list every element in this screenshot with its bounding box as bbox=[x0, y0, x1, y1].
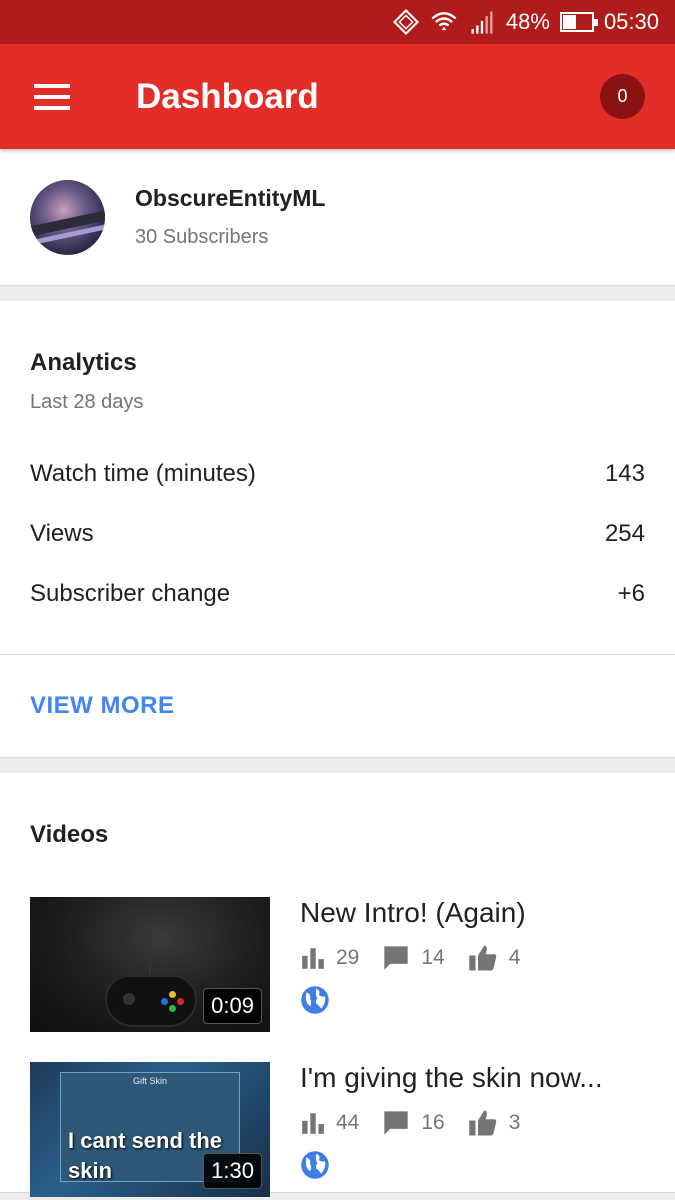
clock: 05:30 bbox=[603, 9, 659, 34]
channel-name: ObscureEntityML bbox=[135, 185, 326, 211]
wifi-icon bbox=[430, 8, 458, 36]
metric-views: Views 254 bbox=[30, 504, 645, 564]
views-count: 29 bbox=[336, 946, 360, 969]
metric-value: 143 bbox=[604, 460, 645, 487]
analytics-title: Analytics bbox=[30, 349, 137, 376]
battery-percent: 48% bbox=[505, 9, 550, 34]
views-stat: 44 bbox=[300, 1110, 359, 1136]
comments-stat: 16 bbox=[381, 1109, 445, 1137]
video-item[interactable]: 0:09 New Intro! (Again) 29 14 4 bbox=[30, 897, 645, 1032]
videos-title: Videos bbox=[30, 821, 109, 848]
video-thumbnail[interactable]: Gift Skin I cant send the skin 1:30 bbox=[30, 1062, 270, 1197]
video-title: New Intro! (Again) bbox=[300, 897, 526, 928]
thumbs-up-icon bbox=[468, 1110, 496, 1136]
likes-stat: 3 bbox=[467, 1108, 521, 1138]
metric-subscriber-change: Subscriber change +6 bbox=[30, 564, 645, 624]
subscriber-count: 30 Subscribers bbox=[135, 226, 269, 248]
comment-icon bbox=[384, 946, 409, 970]
bar-chart-icon bbox=[302, 1113, 324, 1134]
video-stats: 29 14 4 bbox=[300, 943, 542, 973]
notification-badge[interactable]: 0 bbox=[600, 74, 645, 119]
thumbs-up-icon bbox=[468, 945, 496, 971]
comments-count: 16 bbox=[421, 1111, 445, 1134]
video-info: New Intro! (Again) 29 14 4 bbox=[300, 897, 542, 1032]
menu-icon[interactable] bbox=[34, 83, 70, 110]
videos-list: 0:09 New Intro! (Again) 29 14 4 Gift Ski… bbox=[30, 897, 645, 1197]
comment-icon bbox=[384, 1111, 409, 1135]
app-bar: Dashboard 0 bbox=[0, 44, 675, 149]
bar-chart-icon bbox=[302, 948, 324, 969]
videos-card: Videos 0:09 New Intro! (Again) 29 14 4 G… bbox=[0, 773, 675, 1197]
controller-cable bbox=[149, 929, 151, 977]
signal-icon bbox=[468, 8, 496, 36]
metric-label: Watch time (minutes) bbox=[30, 460, 256, 487]
rotate-icon bbox=[392, 8, 420, 36]
metric-value: +6 bbox=[617, 580, 645, 607]
battery-icon bbox=[559, 12, 598, 32]
comments-stat: 14 bbox=[381, 944, 445, 972]
metric-watch-time: Watch time (minutes) 143 bbox=[30, 444, 645, 504]
view-more-button[interactable]: VIEW MORE bbox=[30, 655, 645, 757]
video-info: I'm giving the skin now... 44 16 3 bbox=[300, 1062, 603, 1197]
video-title: I'm giving the skin now... bbox=[300, 1062, 603, 1093]
channel-info: ObscureEntityML 30 Subscribers bbox=[135, 185, 325, 249]
views-count: 44 bbox=[336, 1111, 360, 1134]
video-item[interactable]: Gift Skin I cant send the skin 1:30 I'm … bbox=[30, 1062, 645, 1197]
views-stat: 29 bbox=[300, 945, 359, 971]
channel-card[interactable]: ObscureEntityML 30 Subscribers bbox=[0, 149, 675, 286]
section-gap bbox=[0, 286, 675, 301]
metric-label: Views bbox=[30, 520, 94, 547]
dialog-title: Gift Skin bbox=[132, 1076, 167, 1086]
comments-count: 14 bbox=[421, 946, 445, 969]
analytics-period: Last 28 days bbox=[30, 391, 144, 413]
section-gap bbox=[0, 758, 675, 773]
metrics-list: Watch time (minutes) 143 Views 254 Subsc… bbox=[30, 444, 645, 654]
globe-icon bbox=[301, 1151, 329, 1179]
controller-image bbox=[105, 975, 197, 1027]
likes-count: 3 bbox=[508, 1111, 521, 1134]
likes-stat: 4 bbox=[467, 943, 521, 973]
metric-value: 254 bbox=[604, 520, 645, 547]
globe-icon bbox=[301, 986, 329, 1014]
video-duration: 0:09 bbox=[203, 988, 262, 1024]
analytics-card: Analytics Last 28 days Watch time (minut… bbox=[0, 301, 675, 758]
video-stats: 44 16 3 bbox=[300, 1108, 603, 1138]
likes-count: 4 bbox=[508, 946, 521, 969]
video-thumbnail[interactable]: 0:09 bbox=[30, 897, 270, 1032]
page-title: Dashboard bbox=[136, 76, 319, 116]
video-duration: 1:30 bbox=[203, 1153, 262, 1189]
metric-label: Subscriber change bbox=[30, 580, 231, 607]
status-bar: 48% 05:30 bbox=[0, 0, 675, 44]
battery-fill bbox=[562, 15, 577, 29]
avatar bbox=[30, 179, 105, 255]
